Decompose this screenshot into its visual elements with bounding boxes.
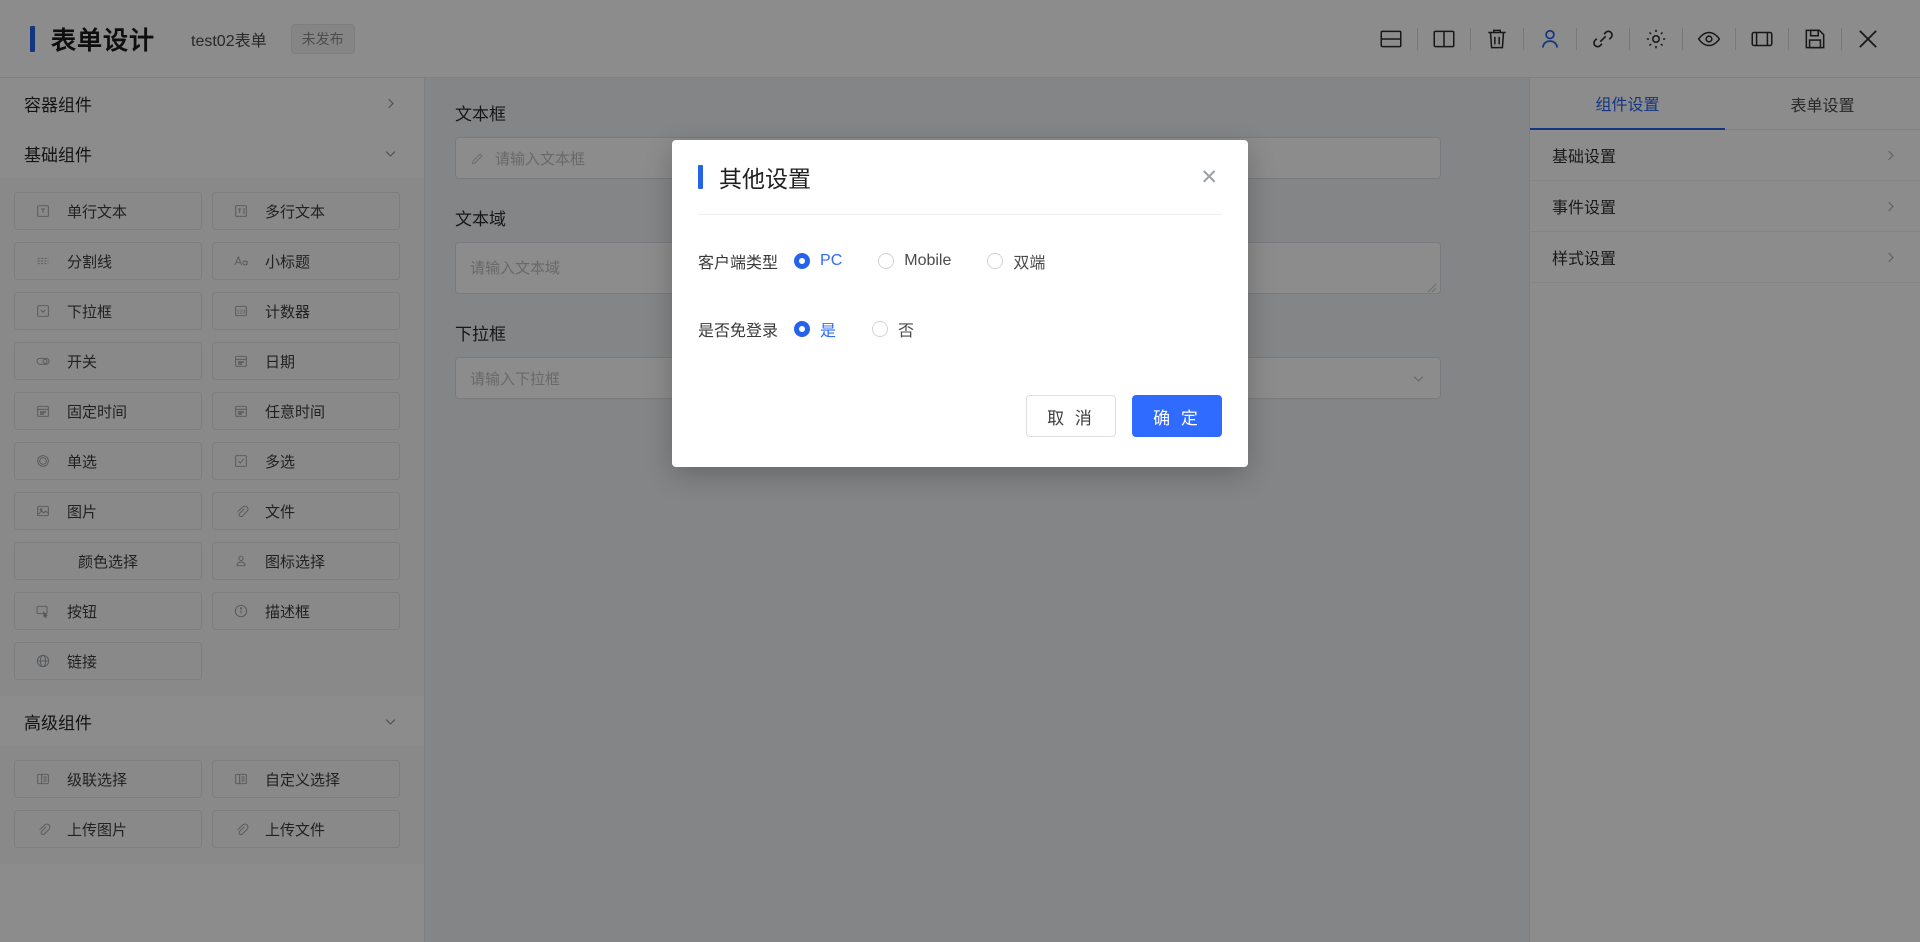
dialog-title: 其他设置 bbox=[719, 166, 811, 192]
radio-option-yes[interactable]: 是 bbox=[794, 317, 836, 341]
form-designer-app: 表单设计 test02表单 未发布 容器组件 基础组件 单行文本 多行文本 分割… bbox=[0, 0, 1920, 942]
radio-dot-icon bbox=[794, 253, 811, 269]
radio-dot-icon bbox=[794, 321, 811, 337]
confirm-button[interactable]: 确 定 bbox=[1132, 395, 1222, 437]
radio-label: 否 bbox=[898, 323, 915, 340]
radio-label: 双端 bbox=[1013, 255, 1046, 272]
dialog-accent-bar bbox=[698, 165, 703, 189]
radio-dot-icon bbox=[987, 253, 1004, 269]
dialog-header: 其他设置 ✕ bbox=[672, 140, 1248, 214]
cancel-button[interactable]: 取 消 bbox=[1026, 395, 1116, 437]
other-settings-dialog: 其他设置 ✕ 客户端类型 PC Mobile 双端 是否免登录 是 否 取 消 … bbox=[672, 140, 1248, 467]
radio-label: Mobile bbox=[904, 252, 952, 269]
radio-label: 是 bbox=[820, 323, 837, 340]
radio-option-pc[interactable]: PC bbox=[794, 252, 842, 270]
radio-dot-icon bbox=[878, 253, 895, 269]
radio-dot-icon bbox=[872, 321, 889, 337]
radio-option-both[interactable]: 双端 bbox=[987, 249, 1045, 273]
radio-label: PC bbox=[820, 252, 843, 269]
form-label: 是否免登录 bbox=[698, 323, 779, 340]
form-row-client-type: 客户端类型 PC Mobile 双端 bbox=[698, 249, 1222, 273]
radio-option-mobile[interactable]: Mobile bbox=[878, 252, 951, 270]
radio-option-no[interactable]: 否 bbox=[872, 317, 914, 341]
dialog-footer: 取 消 确 定 bbox=[672, 395, 1248, 467]
dialog-body: 客户端类型 PC Mobile 双端 是否免登录 是 否 bbox=[672, 215, 1248, 395]
form-row-free-login: 是否免登录 是 否 bbox=[698, 317, 1222, 341]
close-icon[interactable]: ✕ bbox=[1196, 163, 1222, 192]
form-label: 客户端类型 bbox=[698, 255, 779, 272]
